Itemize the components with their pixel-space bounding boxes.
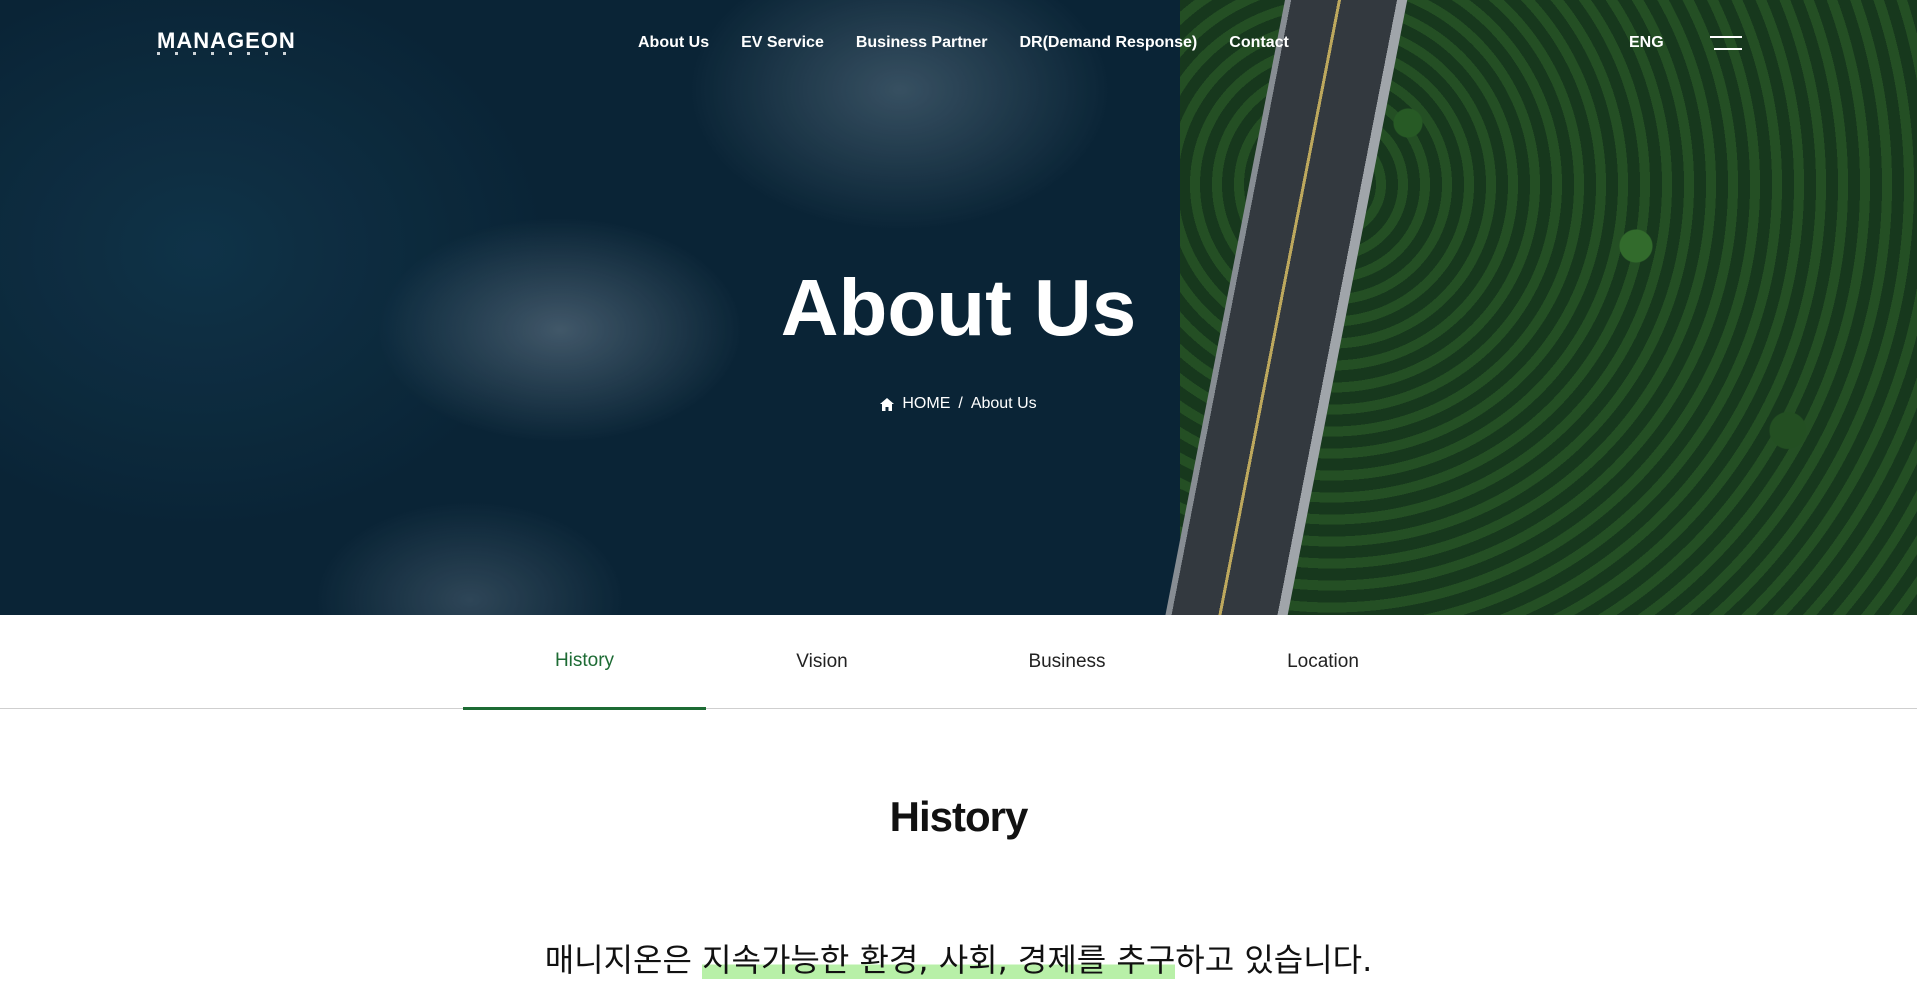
intro-after: 하고 있습니다. [1175, 941, 1373, 979]
tab-business[interactable]: Business [938, 615, 1196, 709]
language-selector[interactable]: ENG [1629, 34, 1664, 52]
breadcrumb-home[interactable]: HOME [902, 395, 950, 413]
intro-text: 매니지온은 지속가능한 환경, 사회, 경제를 추구하고 있습니다. [0, 935, 1917, 981]
sub-nav-tabs: History Vision Business Location [0, 615, 1917, 710]
nav-business-partner[interactable]: Business Partner [856, 34, 988, 52]
breadcrumb-separator: / [958, 395, 963, 412]
tab-location[interactable]: Location [1196, 615, 1450, 709]
logo-tagline-dots [157, 52, 297, 55]
section-title: History [889, 793, 1029, 840]
hamburger-menu-icon[interactable] [1710, 36, 1742, 52]
site-header: MANAGEON About Us EV Service Business Pa… [0, 0, 1917, 90]
tab-history[interactable]: History [463, 615, 706, 710]
home-icon [880, 397, 895, 411]
nav-contact[interactable]: Contact [1229, 34, 1289, 52]
intro-highlight: 지속가능한 환경, 사회, 경제를 추구 [702, 941, 1176, 979]
main-nav: About Us EV Service Business Partner DR(… [638, 34, 1289, 52]
page-title: About Us [780, 263, 1137, 352]
nav-demand-response[interactable]: DR(Demand Response) [1019, 34, 1197, 52]
nav-ev-service[interactable]: EV Service [741, 34, 824, 52]
tab-vision[interactable]: Vision [706, 615, 938, 709]
breadcrumb: HOME / About Us [0, 395, 1917, 413]
site-logo[interactable]: MANAGEON [157, 28, 296, 54]
intro-before: 매니지온은 [544, 941, 703, 979]
breadcrumb-current: About Us [970, 395, 1037, 412]
nav-about-us[interactable]: About Us [638, 34, 709, 52]
